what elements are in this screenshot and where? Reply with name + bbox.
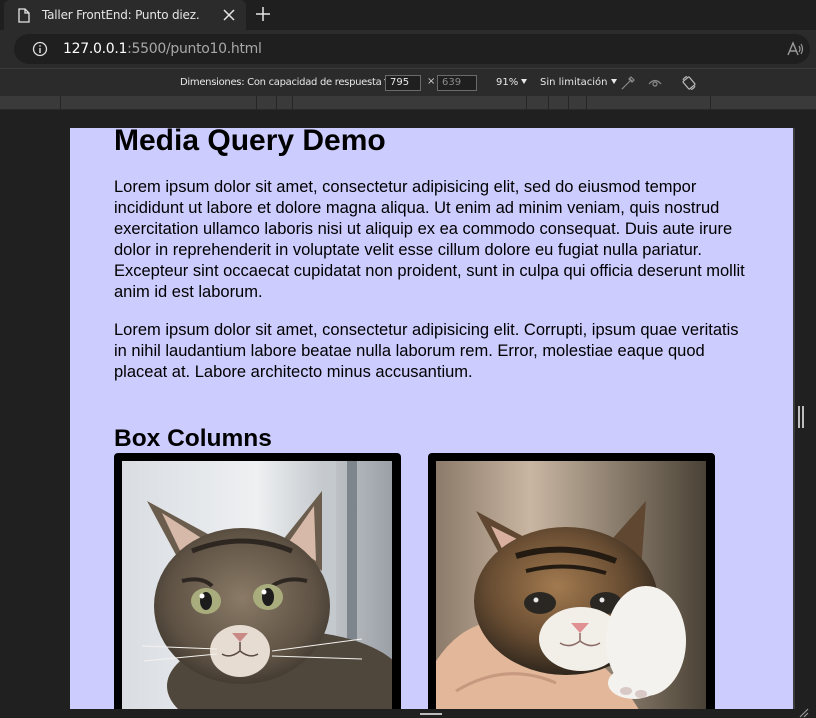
new-tab-icon[interactable] [254, 5, 272, 23]
media-query-ruler[interactable] [0, 96, 816, 110]
times-separator: × [427, 76, 436, 87]
right-resize-handle[interactable] [797, 406, 805, 428]
url-text[interactable]: 127.0.0.1:5500/punto10.html [63, 41, 262, 57]
address-toolbar: 127.0.0.1:5500/punto10.html [0, 30, 816, 68]
chevron-down-icon [521, 79, 528, 84]
dimensions-label: Dimensiones: Con capacidad de respuesta [180, 77, 382, 88]
viewport-edge [793, 128, 795, 709]
height-input[interactable]: 639 [437, 75, 477, 91]
kitten-window-image [122, 461, 407, 709]
width-input[interactable]: 795 [385, 75, 421, 91]
close-tab-icon[interactable] [222, 8, 236, 22]
bottom-resize-handle[interactable] [420, 713, 442, 718]
page-title: Media Query Demo [114, 128, 386, 157]
image-box [114, 453, 407, 709]
url-path: :5500/punto10.html [127, 41, 262, 57]
read-aloud-icon[interactable] [786, 40, 804, 58]
section-title: Box Columns [114, 425, 272, 452]
kitten-hand-image [436, 461, 706, 709]
throttle-label: Sin limitación [540, 77, 608, 88]
second-paragraph: Lorem ipsum dolor sit amet, consectetur … [114, 321, 739, 381]
dimensions-dropdown[interactable]: Dimensiones: Con capacidad de respuesta [180, 77, 391, 88]
intro-paragraph: Lorem ipsum dolor sit amet, consectetur … [114, 178, 745, 301]
image-box [428, 453, 715, 709]
address-bar[interactable]: 127.0.0.1:5500/punto10.html [14, 34, 810, 64]
info-icon[interactable] [32, 41, 48, 57]
url-host: 127.0.0.1 [63, 41, 128, 57]
throttle-dropdown[interactable]: Sin limitación [540, 77, 617, 88]
chevron-down-icon [610, 79, 617, 84]
page-icon [18, 7, 30, 23]
box-columns [114, 453, 734, 709]
device-stage: Media Query Demo Lorem ipsum dolor sit a… [0, 110, 816, 718]
vision-deficiency-icon[interactable] [647, 75, 663, 91]
eyedropper-icon[interactable] [620, 75, 636, 91]
emulated-viewport: Media Query Demo Lorem ipsum dolor sit a… [70, 128, 794, 709]
device-toolbar: Dimensiones: Con capacidad de respuesta … [0, 68, 816, 96]
tab-strip: Taller FrontEnd: Punto diez. [0, 0, 816, 30]
corner-resize-handle[interactable] [799, 708, 809, 718]
page-content: Media Query Demo Lorem ipsum dolor sit a… [114, 128, 754, 453]
rotate-icon[interactable] [681, 75, 697, 91]
browser-tab[interactable]: Taller FrontEnd: Punto diez. [4, 0, 246, 30]
zoom-label: 91% [496, 77, 519, 88]
zoom-dropdown[interactable]: 91% [496, 77, 528, 88]
tab-title: Taller FrontEnd: Punto diez. [42, 8, 200, 22]
